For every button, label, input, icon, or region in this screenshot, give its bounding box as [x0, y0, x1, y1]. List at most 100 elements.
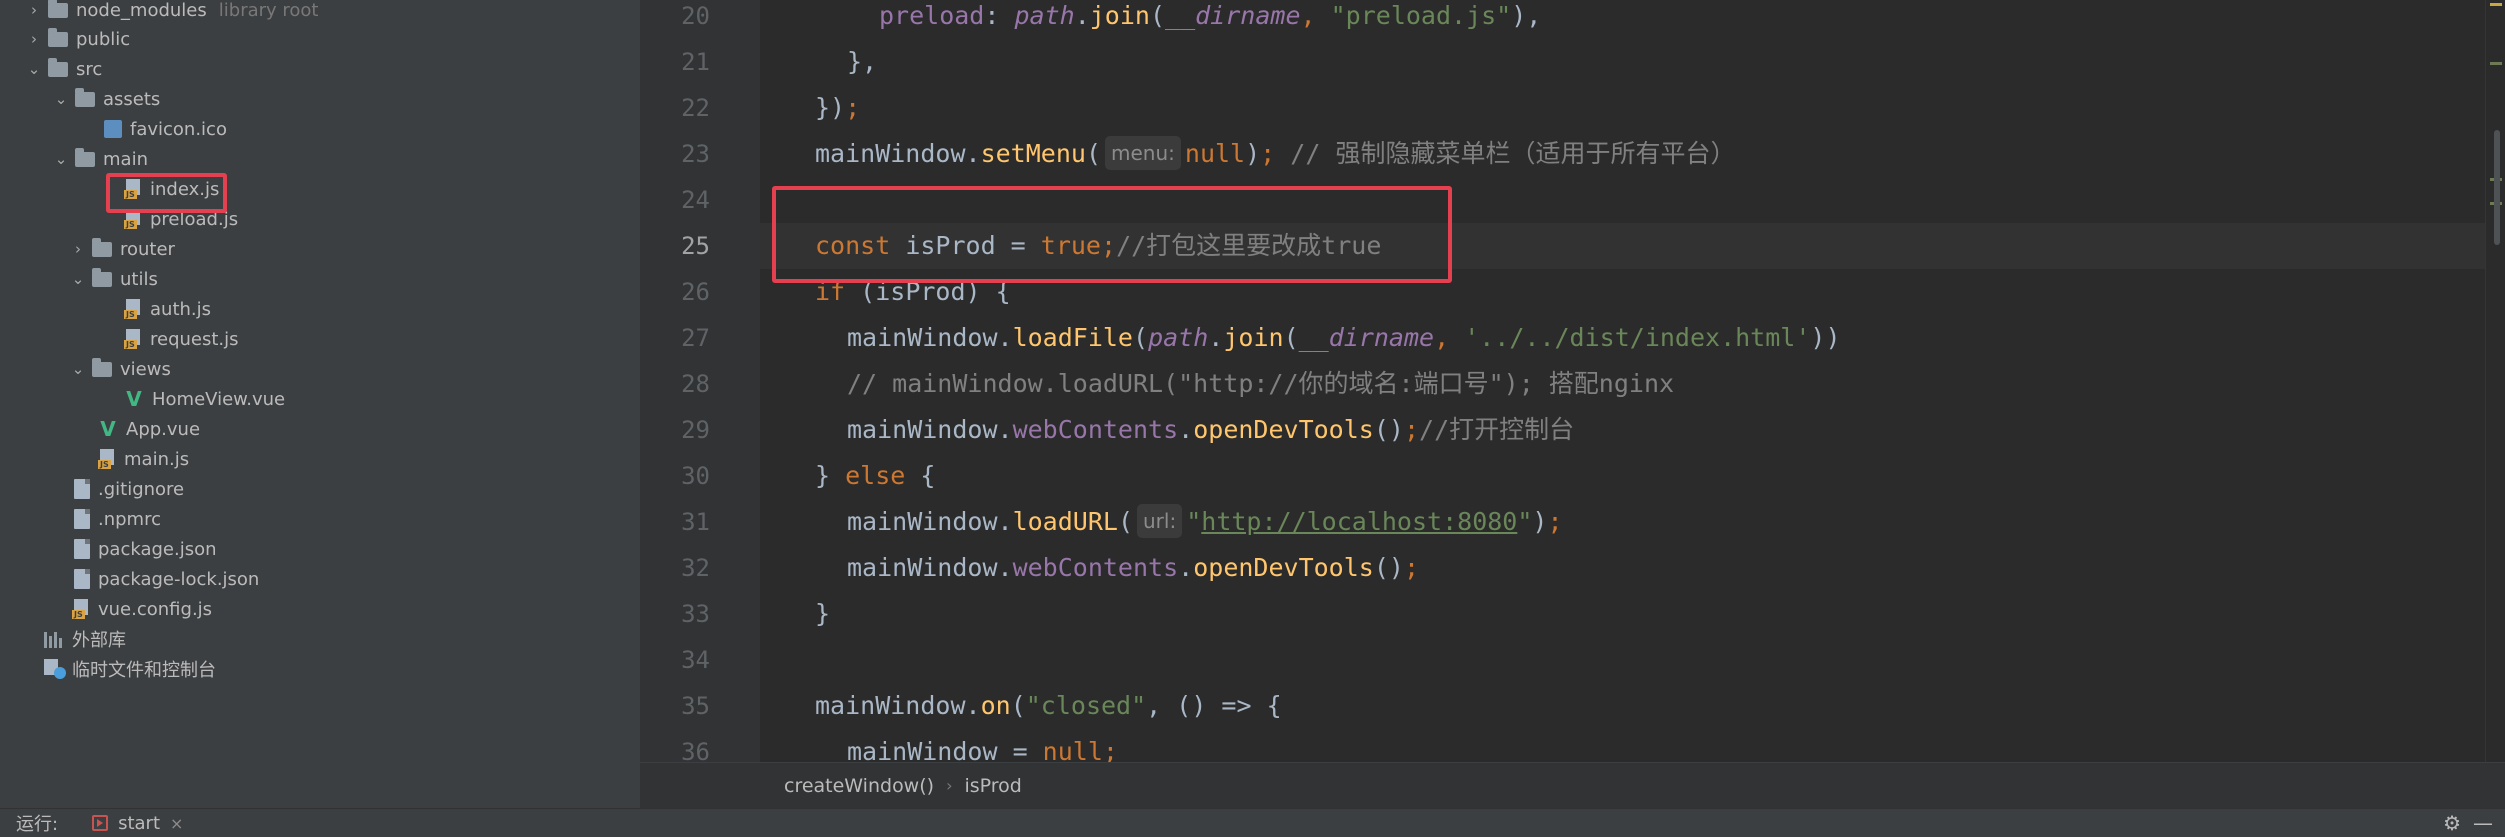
vue-file-icon: V [126, 387, 142, 411]
tree-item-request-js[interactable]: JS request.js [124, 324, 239, 354]
code-line-27: mainWindow.loadFile(path.join(__dirname,… [847, 323, 1841, 352]
run-tab-label: start [118, 812, 161, 834]
line-number: 20 [681, 2, 710, 30]
chevron-down-icon[interactable]: ⌄ [51, 90, 71, 108]
folder-icon [75, 87, 95, 107]
folder-icon [92, 267, 112, 287]
close-icon[interactable]: × [170, 814, 183, 833]
tree-item-label: App.vue [126, 418, 201, 440]
tree-item-favicon[interactable]: favicon.ico [104, 114, 227, 144]
code-line-32: mainWindow.webContents.openDevTools(); [847, 553, 1420, 582]
folder-icon [48, 0, 68, 18]
line-number: 32 [681, 554, 710, 582]
tree-item-src[interactable]: ⌄ src [24, 54, 102, 84]
index-js-highlight-box [106, 173, 227, 213]
breadcrumb-item-createwindow[interactable]: createWindow() [784, 775, 934, 797]
editor-gutter: 20 21 22 23 24 25 26 27 28 29 30 31 32 3… [640, 0, 807, 766]
tree-item-package-json[interactable]: package.json [74, 534, 217, 564]
line-number: 24 [681, 186, 710, 214]
tree-item-label: favicon.ico [130, 118, 227, 140]
image-file-icon [104, 120, 122, 138]
vue-file-icon: V [100, 417, 116, 441]
chevron-right-icon[interactable]: › [24, 30, 44, 48]
line-number: 21 [681, 48, 710, 76]
tree-item-public[interactable]: › public [24, 24, 130, 54]
chevron-right-icon: › [946, 776, 953, 795]
gear-icon[interactable]: ⚙ [2443, 811, 2461, 835]
change-marker[interactable] [2490, 62, 2502, 65]
code-line-21: }, [847, 47, 878, 76]
chevron-down-icon[interactable]: ⌄ [51, 150, 71, 168]
editor-scrollbar[interactable] [2485, 0, 2505, 762]
tree-item-app-vue[interactable]: V App.vue [98, 414, 200, 444]
tree-item-views[interactable]: ⌄ views [68, 354, 171, 384]
tree-item-homeview-vue[interactable]: V HomeView.vue [124, 384, 285, 414]
tree-item-label: node_modules [76, 0, 207, 21]
tree-item-main-folder[interactable]: ⌄ main [51, 144, 148, 174]
code-line-20: preload: path.join(__dirname, "preload.j… [879, 1, 1542, 30]
chevron-right-icon[interactable]: › [24, 1, 44, 19]
tree-item-auth-js[interactable]: JS auth.js [124, 294, 211, 324]
tree-item-gitignore[interactable]: .gitignore [74, 474, 184, 504]
code-line-23: mainWindow.setMenu(menu: null); // 强制隐藏菜单… [815, 131, 1735, 177]
tree-item-label: 外部库 [72, 630, 126, 651]
js-file-icon: JS [72, 599, 90, 619]
line-number-current: 25 [681, 232, 710, 260]
tree-item-label: 临时文件和控制台 [72, 660, 216, 681]
line-number: 27 [681, 324, 710, 352]
chevron-right-icon[interactable]: › [68, 240, 88, 258]
line-number: 33 [681, 600, 710, 628]
tree-item-main-js[interactable]: JS main.js [98, 444, 189, 474]
tree-item-node-modules[interactable]: › node_modules library root [24, 0, 319, 25]
text-file-icon [74, 479, 90, 499]
scrollbar-thumb[interactable] [2494, 130, 2500, 245]
library-root-hint: library root [218, 0, 319, 21]
project-tree: › node_modules library root › public ⌄ s… [0, 0, 640, 808]
line-number: 22 [681, 94, 710, 122]
code-line-30: } else { [815, 461, 936, 490]
minimize-icon[interactable]: — [2473, 811, 2493, 835]
npm-run-icon [92, 815, 109, 831]
tree-item-vue-config-js[interactable]: JS vue.config.js [72, 594, 212, 624]
code-line-28: // mainWindow.loadURL("http://你的域名:端口号")… [847, 369, 1675, 398]
tree-item-label: assets [103, 88, 161, 110]
chevron-down-icon[interactable]: ⌄ [68, 360, 88, 378]
chevron-down-icon[interactable]: ⌄ [68, 270, 88, 288]
run-label: 运行: [16, 814, 59, 835]
tree-item-label: vue.config.js [98, 598, 213, 620]
run-toolwindow-bar: 运行: start × ⚙ — [0, 808, 2505, 837]
tree-item-npmrc[interactable]: .npmrc [74, 504, 161, 534]
tree-item-utils[interactable]: ⌄ utils [68, 264, 158, 294]
json-file-icon [74, 539, 90, 559]
breadcrumb-item-isprod[interactable]: isProd [964, 775, 1021, 797]
folder-icon [75, 147, 95, 167]
tree-item-label: main [103, 148, 148, 170]
line-number: 26 [681, 278, 710, 306]
code-line-31: mainWindow.loadURL(url: "http://localhost… [847, 499, 1563, 545]
breadcrumb: createWindow() › isProd [640, 762, 2505, 808]
js-file-icon: JS [124, 299, 142, 319]
tree-item-router[interactable]: › router [68, 234, 175, 264]
code-editor[interactable]: preload: path.join(__dirname, "preload.j… [760, 0, 2485, 762]
js-file-icon: JS [98, 449, 116, 469]
js-file-icon: JS [124, 329, 142, 349]
tree-item-label: public [76, 28, 131, 50]
tree-item-label: auth.js [150, 298, 212, 320]
tree-item-label: main.js [124, 448, 190, 470]
tree-item-label: request.js [150, 328, 239, 350]
run-tab-start[interactable]: start × [92, 813, 183, 834]
tree-item-label: .gitignore [98, 478, 185, 500]
localhost-link: http://localhost:8080 [1201, 507, 1518, 536]
tree-item-package-lock-json[interactable]: package-lock.json [74, 564, 259, 594]
code-line-35: mainWindow.on("closed", () => { [815, 691, 1282, 720]
tree-item-label: HomeView.vue [152, 388, 286, 410]
folder-icon [92, 357, 112, 377]
text-file-icon [74, 509, 90, 529]
tree-item-assets[interactable]: ⌄ assets [51, 84, 160, 114]
line-number: 30 [681, 462, 710, 490]
code-line-33: } [815, 599, 831, 628]
chevron-down-icon[interactable]: ⌄ [24, 60, 44, 78]
tree-item-scratches[interactable]: 临时文件和控制台 [44, 654, 216, 684]
tree-item-external-libraries[interactable]: 外部库 [44, 624, 126, 654]
warning-marker[interactable] [2490, 3, 2502, 6]
